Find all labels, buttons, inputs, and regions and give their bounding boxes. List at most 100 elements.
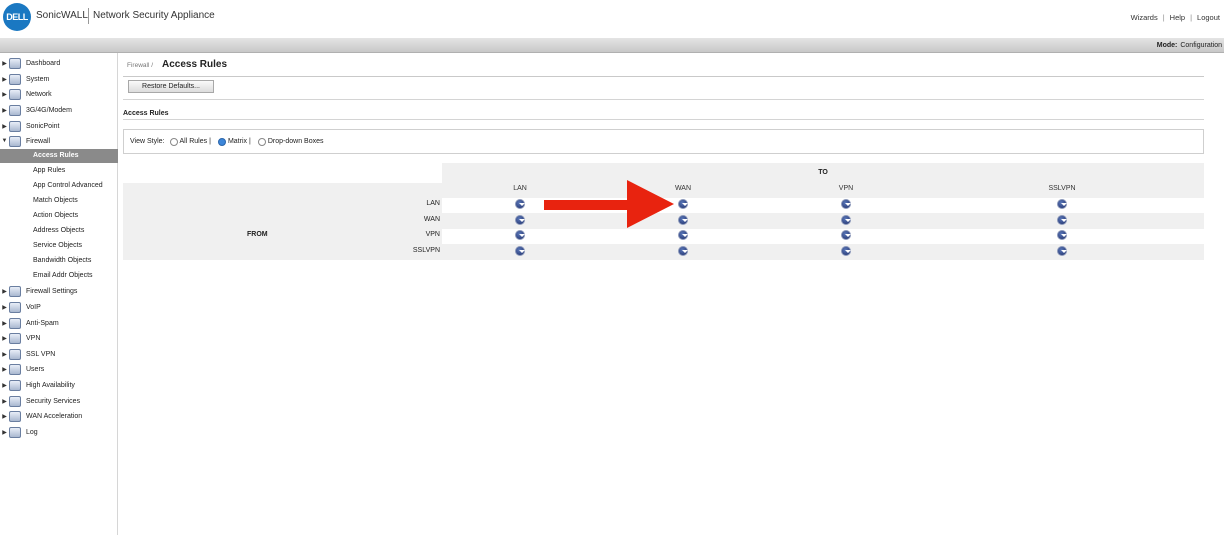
radio-drop-down-boxes[interactable] [257, 137, 266, 146]
nav-log[interactable]: ▶ Log [0, 425, 118, 439]
expand-arrow-icon[interactable]: ▶ [0, 320, 9, 327]
page-title: Access Rules [162, 59, 228, 70]
wan-to-lan-rules-icon[interactable] [515, 215, 525, 225]
header-links: Wizards | Help | Logout [1130, 13, 1220, 22]
matrix-label[interactable]: Matrix [228, 138, 247, 145]
vpn-to-lan-rules-icon[interactable] [515, 230, 525, 240]
nav-users[interactable]: ▶ Users [0, 362, 118, 376]
nav-label: System [26, 75, 50, 83]
dell-logo: DELL [3, 3, 31, 31]
product-name: Network Security Appliance [93, 10, 215, 21]
col-header-sslvpn: SSLVPN [1048, 185, 1076, 192]
drop-down-boxes-label[interactable]: Drop-down Boxes [268, 138, 324, 145]
lan-to-sslvpn-rules-icon[interactable] [1057, 199, 1067, 209]
nav-label: Anti-Spam [26, 319, 59, 327]
expand-arrow-icon[interactable]: ▶ [0, 76, 9, 83]
expand-arrow-icon[interactable]: ▶ [0, 429, 9, 436]
anti-spam-icon [9, 317, 21, 329]
dashboard-icon [9, 57, 21, 69]
nav-label: Firewall Settings [26, 287, 78, 295]
sub-app-rules[interactable]: App Rules [0, 164, 118, 178]
lan-to-wan-rules-icon[interactable] [678, 199, 688, 209]
expand-arrow-icon[interactable]: ▶ [0, 382, 9, 389]
sub-action-objects[interactable]: Action Objects [0, 209, 118, 223]
separator: | [249, 138, 251, 145]
expand-arrow-icon[interactable]: ▶ [0, 398, 9, 405]
sub-bandwidth-objects[interactable]: Bandwidth Objects [0, 254, 118, 268]
row-label-wan: WAN [423, 216, 440, 223]
logout-link[interactable]: Logout [1197, 13, 1220, 22]
wan-to-wan-rules-icon[interactable] [678, 215, 688, 225]
sub-access-rules[interactable]: Access Rules [0, 149, 118, 163]
radio-all-rules[interactable] [169, 137, 178, 146]
expand-arrow-icon[interactable]: ▶ [0, 107, 9, 114]
modem-icon [9, 104, 21, 116]
sslvpn-to-vpn-rules-icon[interactable] [841, 246, 851, 256]
wan-to-sslvpn-rules-icon[interactable] [1057, 215, 1067, 225]
nav-firewall-settings[interactable]: ▶ Firewall Settings [0, 284, 118, 298]
security-services-icon [9, 395, 21, 407]
nav-ssl-vpn[interactable]: ▶ SSL VPN [0, 347, 118, 361]
vpn-to-wan-rules-icon[interactable] [678, 230, 688, 240]
vpn-to-sslvpn-rules-icon[interactable] [1057, 230, 1067, 240]
expand-arrow-icon[interactable]: ▶ [0, 366, 9, 373]
nav-dashboard[interactable]: ▶ Dashboard [0, 56, 118, 70]
expand-arrow-icon[interactable]: ▶ [0, 91, 9, 98]
users-icon [9, 363, 21, 375]
nav-anti-spam[interactable]: ▶ Anti-Spam [0, 316, 118, 330]
expand-arrow-icon[interactable]: ▶ [0, 288, 9, 295]
lan-to-lan-rules-icon[interactable] [515, 199, 525, 209]
nav-voip[interactable]: ▶ VoIP [0, 300, 118, 314]
nav-label: High Availability [26, 381, 75, 389]
nav-sonicpoint[interactable]: ▶ SonicPoint [0, 119, 118, 133]
nav-network[interactable]: ▶ Network [0, 87, 118, 101]
restore-defaults-button[interactable]: Restore Defaults... [128, 80, 214, 93]
nav-label: Network [26, 90, 52, 98]
mode-bar: Mode: Configuration [0, 38, 1224, 53]
wan-to-vpn-rules-icon[interactable] [841, 215, 851, 225]
wan-acceleration-icon [9, 410, 21, 422]
expand-arrow-icon[interactable]: ▶ [0, 123, 9, 130]
expand-arrow-icon[interactable]: ▶ [0, 413, 9, 420]
to-header: TO [442, 163, 1204, 183]
all-rules-label[interactable]: All Rules [180, 138, 208, 145]
sslvpn-to-wan-rules-icon[interactable] [678, 246, 688, 256]
lan-to-vpn-rules-icon[interactable] [841, 199, 851, 209]
nav-label: WAN Acceleration [26, 412, 83, 420]
sslvpn-to-lan-rules-icon[interactable] [515, 246, 525, 256]
sub-service-objects[interactable]: Service Objects [0, 239, 118, 253]
wizards-link[interactable]: Wizards [1131, 13, 1158, 22]
mode-value[interactable]: Configuration [1180, 42, 1222, 49]
sslvpn-to-sslvpn-rules-icon[interactable] [1057, 246, 1067, 256]
matrix-row-band [442, 229, 1204, 244]
ssl-vpn-icon [9, 348, 21, 360]
radio-matrix[interactable] [217, 137, 226, 146]
mode-indicator: Mode: Configuration [1157, 42, 1222, 49]
col-header-wan: WAN [674, 185, 692, 192]
sub-email-addr-objects[interactable]: Email Addr Objects [0, 269, 118, 283]
expand-arrow-icon[interactable]: ▶ [0, 351, 9, 358]
vpn-to-vpn-rules-icon[interactable] [841, 230, 851, 240]
nav-system[interactable]: ▶ System [0, 72, 118, 86]
header-divider [88, 8, 89, 24]
help-link[interactable]: Help [1170, 13, 1185, 22]
nav-high-availability[interactable]: ▶ High Availability [0, 378, 118, 392]
row-label-lan: LAN [426, 200, 440, 207]
sub-address-objects[interactable]: Address Objects [0, 224, 118, 238]
sub-app-control-advanced[interactable]: App Control Advanced [0, 179, 118, 193]
expand-arrow-icon[interactable]: ▶ [0, 335, 9, 342]
sonicpoint-icon [9, 120, 21, 132]
nav-firewall[interactable]: ▼ Firewall [0, 134, 118, 148]
nav-modem[interactable]: ▶ 3G/4G/Modem [0, 103, 118, 117]
nav-vpn[interactable]: ▶ VPN [0, 331, 118, 345]
collapse-arrow-icon[interactable]: ▼ [0, 138, 9, 144]
expand-arrow-icon[interactable]: ▶ [0, 304, 9, 311]
expand-arrow-icon[interactable]: ▶ [0, 60, 9, 67]
col-header-lan: LAN [513, 185, 527, 192]
nav-security-services[interactable]: ▶ Security Services [0, 394, 118, 408]
sub-match-objects[interactable]: Match Objects [0, 194, 118, 208]
nav-wan-acceleration[interactable]: ▶ WAN Acceleration [0, 409, 118, 423]
top-header: DELL SonicWALL Network Security Applianc… [0, 0, 1224, 38]
view-style-bar: View Style: All Rules | Matrix | Drop-down… [123, 129, 1204, 154]
breadcrumb-firewall[interactable]: Firewall / [127, 62, 153, 69]
